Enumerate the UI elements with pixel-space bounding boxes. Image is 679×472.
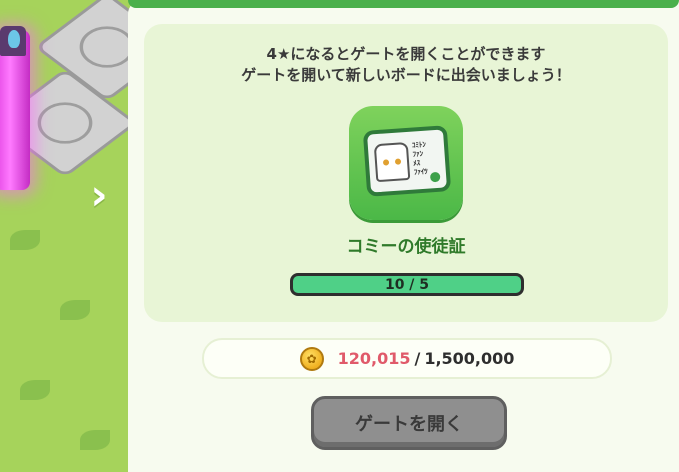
- leaf-decoration: [20, 380, 50, 400]
- coin-current-amount: 120,015: [337, 349, 411, 368]
- progress-bar: 10 / 5: [290, 273, 524, 296]
- leaf-decoration: [60, 300, 90, 320]
- next-arrow-icon[interactable]: ›: [82, 170, 116, 219]
- gem-icon: [8, 30, 20, 48]
- gate-info-card: 4★になるとゲートを開くことができます ゲートを開いて新しいボードに出会いましょ…: [144, 24, 668, 322]
- leaf-decoration: [10, 230, 40, 250]
- clover-icon: [429, 171, 441, 183]
- description-line-1: 4★になるとゲートを開くことができます: [266, 45, 546, 63]
- card-text: ｺﾐﾄﾝ ﾌｧﾝ ﾒｽ ﾌｧｲﾂ: [412, 139, 446, 177]
- open-gate-button[interactable]: ゲートを開く: [311, 396, 507, 450]
- item-name: コミーの使徒証: [346, 237, 466, 257]
- description-line-2: ゲートを開いて新しいボードに出会いましょう！: [241, 66, 571, 84]
- coin-required-amount: 1,500,000: [424, 349, 515, 368]
- game-board-background: ›: [0, 0, 140, 472]
- progress-text: 10 / 5: [384, 276, 430, 293]
- cost-separator: /: [414, 349, 421, 368]
- gate-panel: 4★になるとゲートを開くことができます ゲートを開いて新しいボードに出会いましょ…: [128, 0, 679, 472]
- cost-display: ✿ 120,015 / 1,500,000: [202, 338, 612, 379]
- id-card-icon: ｺﾐﾄﾝ ﾌｧﾝ ﾒｽ ﾌｧｲﾂ: [362, 125, 452, 197]
- panel-header-bar: [128, 0, 679, 8]
- character-portrait: [373, 141, 411, 183]
- item-icon-frame: ｺﾐﾄﾝ ﾌｧﾝ ﾒｽ ﾌｧｲﾂ: [349, 106, 463, 220]
- leaf-decoration: [80, 430, 110, 450]
- gate-description: 4★になるとゲートを開くことができます ゲートを開いて新しいボードに出会いましょ…: [144, 44, 668, 86]
- coin-icon: ✿: [299, 346, 324, 371]
